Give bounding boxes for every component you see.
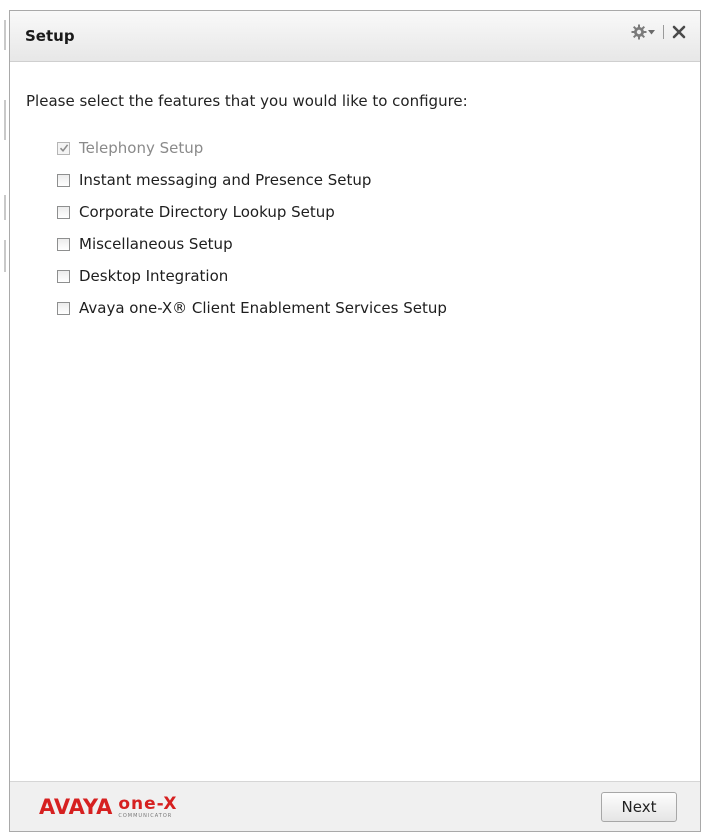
checkmark-icon xyxy=(59,144,68,153)
feature-label[interactable]: Miscellaneous Setup xyxy=(79,235,233,253)
title-controls xyxy=(627,21,690,43)
feature-checkbox[interactable] xyxy=(57,205,70,219)
feature-label[interactable]: Instant messaging and Presence Setup xyxy=(79,171,371,189)
dialog-title: Setup xyxy=(25,27,75,45)
feature-instant-messaging[interactable]: Instant messaging and Presence Setup xyxy=(57,164,447,196)
feature-label[interactable]: Desktop Integration xyxy=(79,267,228,285)
caret-down-icon xyxy=(648,29,655,34)
dialog-footer: AVAYA one-X COMMUNICATOR Next xyxy=(10,781,700,831)
feature-checkbox[interactable] xyxy=(57,173,70,187)
edge-fragment xyxy=(4,100,6,140)
feature-telephony: Telephony Setup xyxy=(57,132,447,164)
feature-client-enablement[interactable]: Avaya one-X® Client Enablement Services … xyxy=(57,292,447,324)
feature-label[interactable]: Corporate Directory Lookup Setup xyxy=(79,203,335,221)
close-icon xyxy=(672,25,686,39)
setup-dialog: Setup Please select the features that yo… xyxy=(9,10,701,832)
settings-menu-button[interactable] xyxy=(627,21,659,43)
feature-checkbox[interactable] xyxy=(57,237,70,251)
avaya-onex-logo: AVAYA one-X COMMUNICATOR xyxy=(39,794,177,820)
dialog-body: Please select the features that you woul… xyxy=(10,62,700,782)
edge-fragment xyxy=(4,20,6,50)
next-button[interactable]: Next xyxy=(601,792,677,822)
feature-label[interactable]: Avaya one-X® Client Enablement Services … xyxy=(79,299,447,317)
feature-corporate-directory[interactable]: Corporate Directory Lookup Setup xyxy=(57,196,447,228)
feature-checkbox[interactable] xyxy=(57,301,70,315)
product-name: one-X xyxy=(118,793,178,814)
edge-fragment xyxy=(4,240,6,272)
brand-wordmark: AVAYA xyxy=(39,795,113,819)
title-separator xyxy=(663,25,664,39)
edge-fragment xyxy=(4,195,6,220)
title-bar: Setup xyxy=(10,11,700,62)
close-button[interactable] xyxy=(668,21,690,43)
feature-desktop-integration[interactable]: Desktop Integration xyxy=(57,260,447,292)
product-wordmark: one-X COMMUNICATOR xyxy=(118,793,178,819)
product-subtitle: COMMUNICATOR xyxy=(118,812,173,819)
feature-checkbox xyxy=(57,141,70,155)
feature-miscellaneous[interactable]: Miscellaneous Setup xyxy=(57,228,447,260)
instruction-text: Please select the features that you woul… xyxy=(26,92,468,110)
feature-label: Telephony Setup xyxy=(79,139,204,157)
gear-icon xyxy=(631,24,647,40)
feature-checkbox[interactable] xyxy=(57,269,70,283)
feature-list: Telephony Setup Instant messaging and Pr… xyxy=(57,132,447,324)
